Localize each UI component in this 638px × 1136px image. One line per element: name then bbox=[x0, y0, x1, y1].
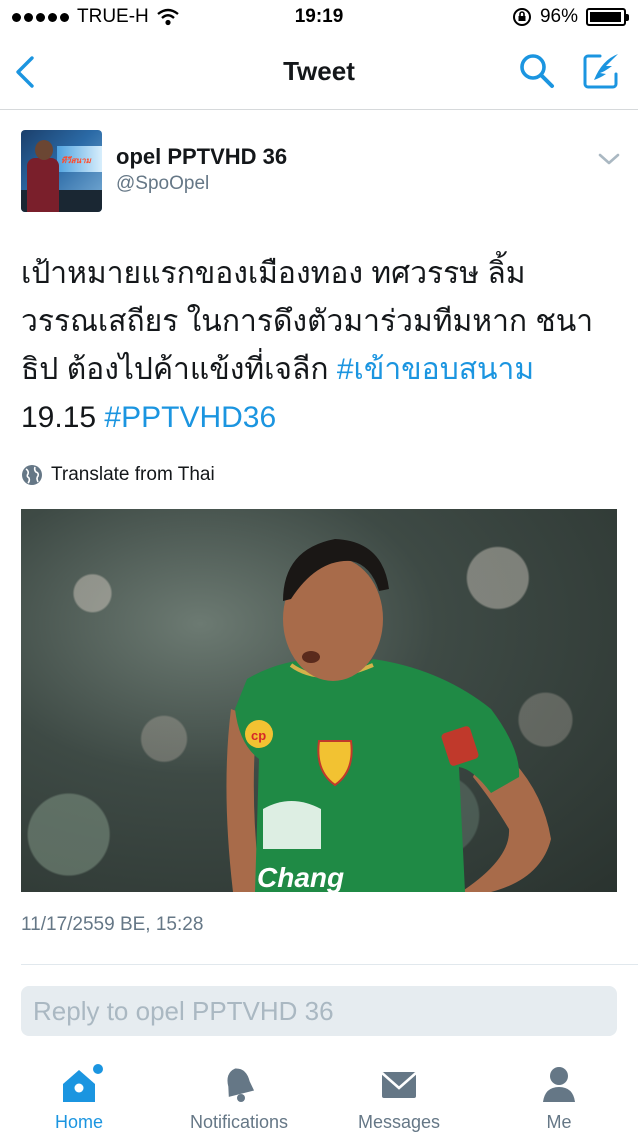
tab-bar: Home Notifications Messages Me bbox=[0, 1052, 638, 1136]
tweet-text-segment: 19.15 bbox=[21, 401, 105, 434]
tweet-text-line: 19.15 #PPTVHD36 bbox=[21, 394, 621, 442]
globe-icon bbox=[22, 465, 42, 485]
tab-messages[interactable]: Messages bbox=[324, 1064, 474, 1136]
translate-button[interactable]: Translate from Thai bbox=[21, 464, 215, 486]
tab-label: Me bbox=[546, 1112, 572, 1132]
tweet-text-line: เป้าหมายแรกของเมืองทอง ทศวรรษ ลิ้ม bbox=[21, 257, 526, 290]
divider bbox=[21, 964, 638, 965]
avatar-person-body bbox=[27, 158, 59, 212]
battery-percent: 96% bbox=[539, 6, 578, 27]
tweet-text-segment: ธิป ต้องไปค้าแข้งที่เจลีก bbox=[21, 353, 337, 386]
compose-icon[interactable] bbox=[580, 50, 622, 92]
status-bar: TRUE-H 19:19 96% bbox=[0, 0, 638, 36]
chevron-down-icon[interactable] bbox=[596, 148, 622, 170]
tweet-text-line: วรรณเสถียร ในการดึงตัวมาร่วมทีมหาก ชนา bbox=[21, 305, 594, 338]
hashtag-link[interactable]: #เข้าขอบสนาม bbox=[337, 353, 534, 386]
photo-jersey-text: Chang bbox=[257, 862, 344, 892]
tab-label: Home bbox=[54, 1112, 103, 1132]
orientation-lock-icon bbox=[512, 8, 531, 26]
tab-me[interactable]: Me bbox=[484, 1064, 634, 1136]
tab-label: Messages bbox=[357, 1112, 441, 1132]
home-icon bbox=[57, 1064, 103, 1104]
tab-home[interactable]: Home bbox=[4, 1064, 154, 1136]
battery-fill bbox=[590, 12, 621, 22]
notification-dot bbox=[93, 1064, 103, 1074]
author-handle[interactable]: @SpoOpel bbox=[116, 173, 209, 195]
tweet-timestamp: 11/17/2559 BE, 15:28 bbox=[21, 914, 204, 935]
avatar-overlay-text: ทีวีสนาม bbox=[61, 156, 91, 165]
translate-label: Translate from Thai bbox=[51, 464, 215, 485]
envelope-icon bbox=[377, 1064, 421, 1104]
tab-notifications[interactable]: Notifications bbox=[164, 1064, 314, 1136]
tab-label: Notifications bbox=[189, 1112, 289, 1132]
tweet-text: เป้าหมายแรกของเมืองทอง ทศวรรษ ลิ้ม วรรณเ… bbox=[21, 250, 621, 442]
author-name[interactable]: opel PPTVHD 36 bbox=[116, 144, 287, 170]
reply-input[interactable] bbox=[21, 986, 617, 1036]
hashtag-link[interactable]: #PPTVHD36 bbox=[104, 401, 276, 434]
photo-player-illustration: cp Chang bbox=[226, 539, 551, 892]
avatar-person-head bbox=[35, 140, 53, 160]
bell-icon bbox=[217, 1064, 261, 1104]
battery-icon bbox=[586, 8, 629, 26]
status-right: 96% bbox=[512, 6, 629, 28]
avatar[interactable]: ทีวีสนาม bbox=[21, 130, 102, 212]
svg-text:cp: cp bbox=[251, 728, 266, 743]
person-icon bbox=[537, 1064, 581, 1104]
search-icon[interactable] bbox=[518, 52, 556, 90]
tweet-text-line: ธิป ต้องไปค้าแข้งที่เจลีก #เข้าขอบสนาม bbox=[21, 346, 621, 394]
tweet-photo[interactable]: cp Chang bbox=[21, 509, 617, 892]
nav-bar: Tweet bbox=[0, 36, 638, 110]
